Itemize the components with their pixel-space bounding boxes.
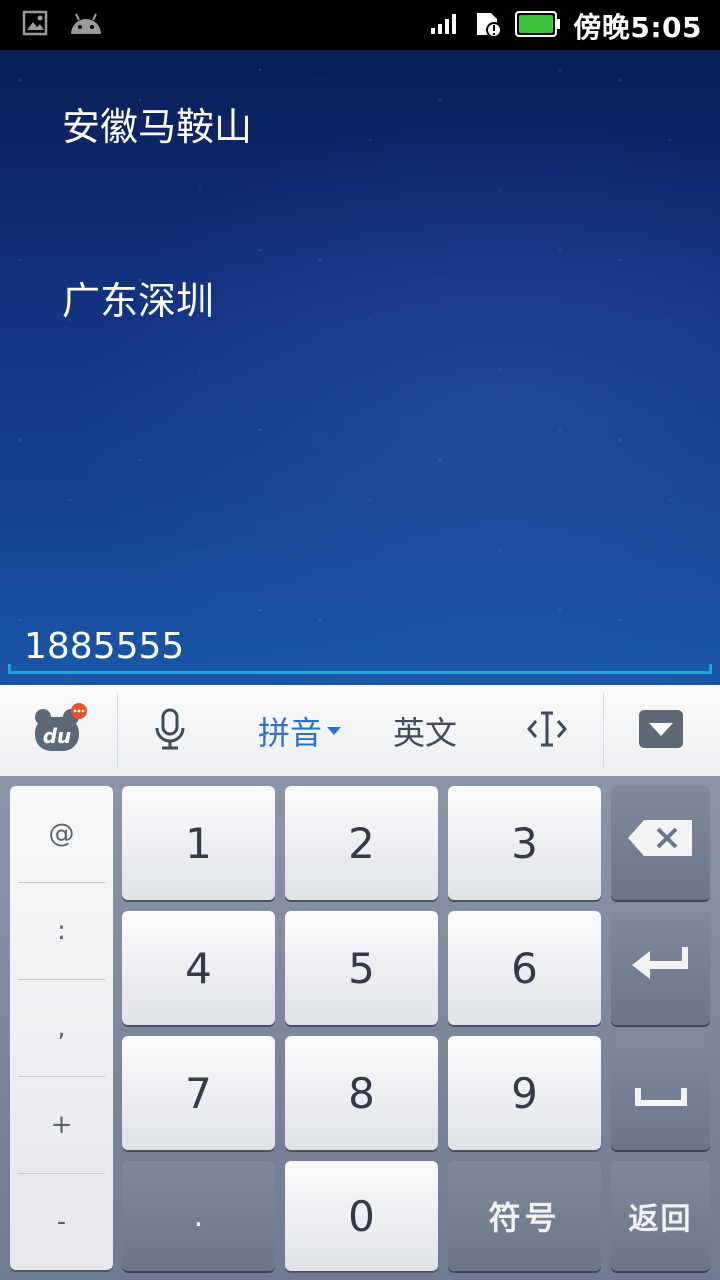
symbol-key-plus[interactable]: + xyxy=(10,1077,113,1173)
digit-key-5[interactable]: 5 xyxy=(285,911,438,1025)
digit-key-2[interactable]: 2 xyxy=(285,786,438,900)
digit-key-9[interactable]: 9 xyxy=(448,1036,601,1150)
baidu-logo-icon: du xyxy=(31,702,89,759)
space-icon xyxy=(633,1069,689,1118)
back-key[interactable]: 返回 xyxy=(611,1161,710,1271)
battery-icon xyxy=(515,10,561,42)
cursor-move-button[interactable] xyxy=(515,685,579,776)
dot-key[interactable]: . xyxy=(122,1161,275,1271)
back-key-label: 返回 xyxy=(628,1202,693,1237)
backspace-icon xyxy=(626,818,696,868)
symbols-key-label: 符号 xyxy=(488,1199,561,1237)
digit-key-0[interactable]: 0 xyxy=(285,1161,438,1271)
dropdown-arrow-icon xyxy=(326,721,342,740)
symbol-key-comma[interactable]: , xyxy=(10,980,113,1076)
symbol-key-at[interactable]: @ xyxy=(10,786,113,882)
android-notification-icon xyxy=(68,10,104,40)
status-time: 傍晚5:05 xyxy=(573,11,702,44)
pinyin-mode-label: 拼音 xyxy=(257,713,322,752)
sim-alert-icon xyxy=(473,9,503,43)
pinyin-mode-tab[interactable]: 拼音 xyxy=(245,685,355,776)
enter-icon xyxy=(630,943,692,993)
dot-key-label: . xyxy=(193,1198,204,1234)
symbol-key-minus[interactable]: - xyxy=(10,1174,113,1270)
signal-icon xyxy=(429,12,461,40)
digit-key-3[interactable]: 3 xyxy=(448,786,601,900)
digit-key-1[interactable]: 1 xyxy=(122,786,275,900)
voice-input-button[interactable] xyxy=(140,685,200,776)
digit-key-8[interactable]: 8 xyxy=(285,1036,438,1150)
baidu-logo-button[interactable]: du xyxy=(20,685,100,776)
numeric-keyboard: @ : , + - 1 2 3 4 5 6 7 8 9 . 0 符号 返回 xyxy=(0,776,720,1280)
english-mode-tab[interactable]: 英文 xyxy=(380,685,470,776)
phone-input-field[interactable]: 1885555 xyxy=(0,620,720,680)
symbols-key[interactable]: 符号 xyxy=(448,1161,601,1271)
enter-key[interactable] xyxy=(611,911,710,1025)
space-key[interactable] xyxy=(611,1036,710,1150)
microphone-icon xyxy=(153,708,187,754)
status-bar: 傍晚5:05 xyxy=(0,0,720,50)
backspace-key[interactable] xyxy=(611,786,710,900)
input-underline xyxy=(8,664,712,674)
baidu-logo-text: du xyxy=(43,724,72,748)
digit-key-4[interactable]: 4 xyxy=(122,911,275,1025)
cursor-icon xyxy=(526,709,568,753)
digit-key-6[interactable]: 6 xyxy=(448,911,601,1025)
location-item[interactable]: 广东深圳 xyxy=(62,270,214,325)
english-mode-label: 英文 xyxy=(392,713,457,752)
symbol-key-colon[interactable]: : xyxy=(10,883,113,979)
digit-key-7[interactable]: 7 xyxy=(122,1036,275,1150)
input-value: 1885555 xyxy=(24,626,185,667)
location-item[interactable]: 安徽马鞍山 xyxy=(62,96,252,151)
hide-keyboard-button[interactable] xyxy=(630,685,692,776)
ime-toolbar: du 拼音 英文 xyxy=(0,685,720,777)
symbol-column[interactable]: @ : , + - xyxy=(10,786,113,1270)
image-notification-icon xyxy=(22,10,48,40)
collapse-keyboard-icon xyxy=(638,709,684,753)
